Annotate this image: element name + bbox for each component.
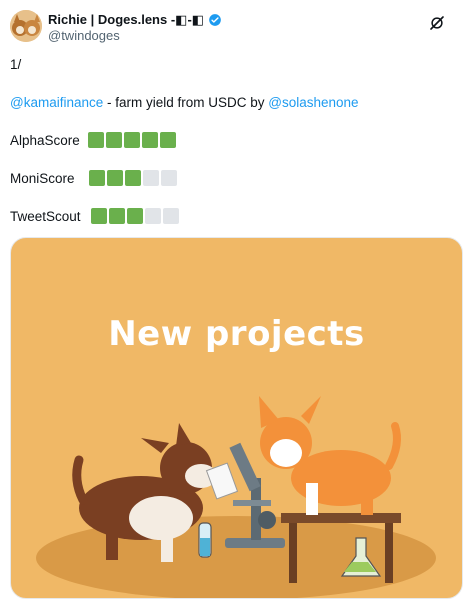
tweet-media-image[interactable]: New projects [10,237,463,599]
mention-link-kamaifinance[interactable]: @kamaifinance [10,95,103,110]
tweet-line-1-text: - farm yield from USDC by [103,95,269,110]
score-blocks [89,170,177,186]
score-block-filled [106,132,122,148]
score-block-empty [143,170,159,186]
user-handle[interactable]: @twindoges [48,28,120,43]
score-block-filled [88,132,104,148]
grok-icon[interactable] [428,14,446,32]
score-row: MoniScore [10,170,177,186]
tweet-header: Richie | Doges.lens -◧-◧ @twindoges [10,10,460,44]
score-block-filled [91,208,107,224]
score-block-filled [124,132,140,148]
verified-badge-icon [209,14,221,26]
avatar[interactable] [10,10,42,42]
score-blocks [88,132,176,148]
tweet-line-1: @kamaifinance - farm yield from USDC by … [10,95,359,110]
thread-marker: 1/ [10,57,22,72]
score-block-filled [89,170,105,186]
score-label: TweetScout [10,208,81,224]
score-block-empty [145,208,161,224]
score-row: AlphaScore [10,132,176,148]
score-block-filled [142,132,158,148]
score-blocks [91,208,179,224]
score-block-empty [163,208,179,224]
mention-link-solashenone[interactable]: @solashenone [268,95,358,110]
score-block-filled [127,208,143,224]
score-block-filled [160,132,176,148]
score-row: TweetScout [10,208,179,224]
score-block-filled [125,170,141,186]
score-block-filled [107,170,123,186]
display-name[interactable]: Richie | Doges.lens -◧-◧ [48,12,204,28]
score-block-filled [109,208,125,224]
score-block-empty [161,170,177,186]
score-label: AlphaScore [10,132,80,148]
corgi-lab-illustration [36,396,436,598]
score-label: MoniScore [10,170,75,186]
